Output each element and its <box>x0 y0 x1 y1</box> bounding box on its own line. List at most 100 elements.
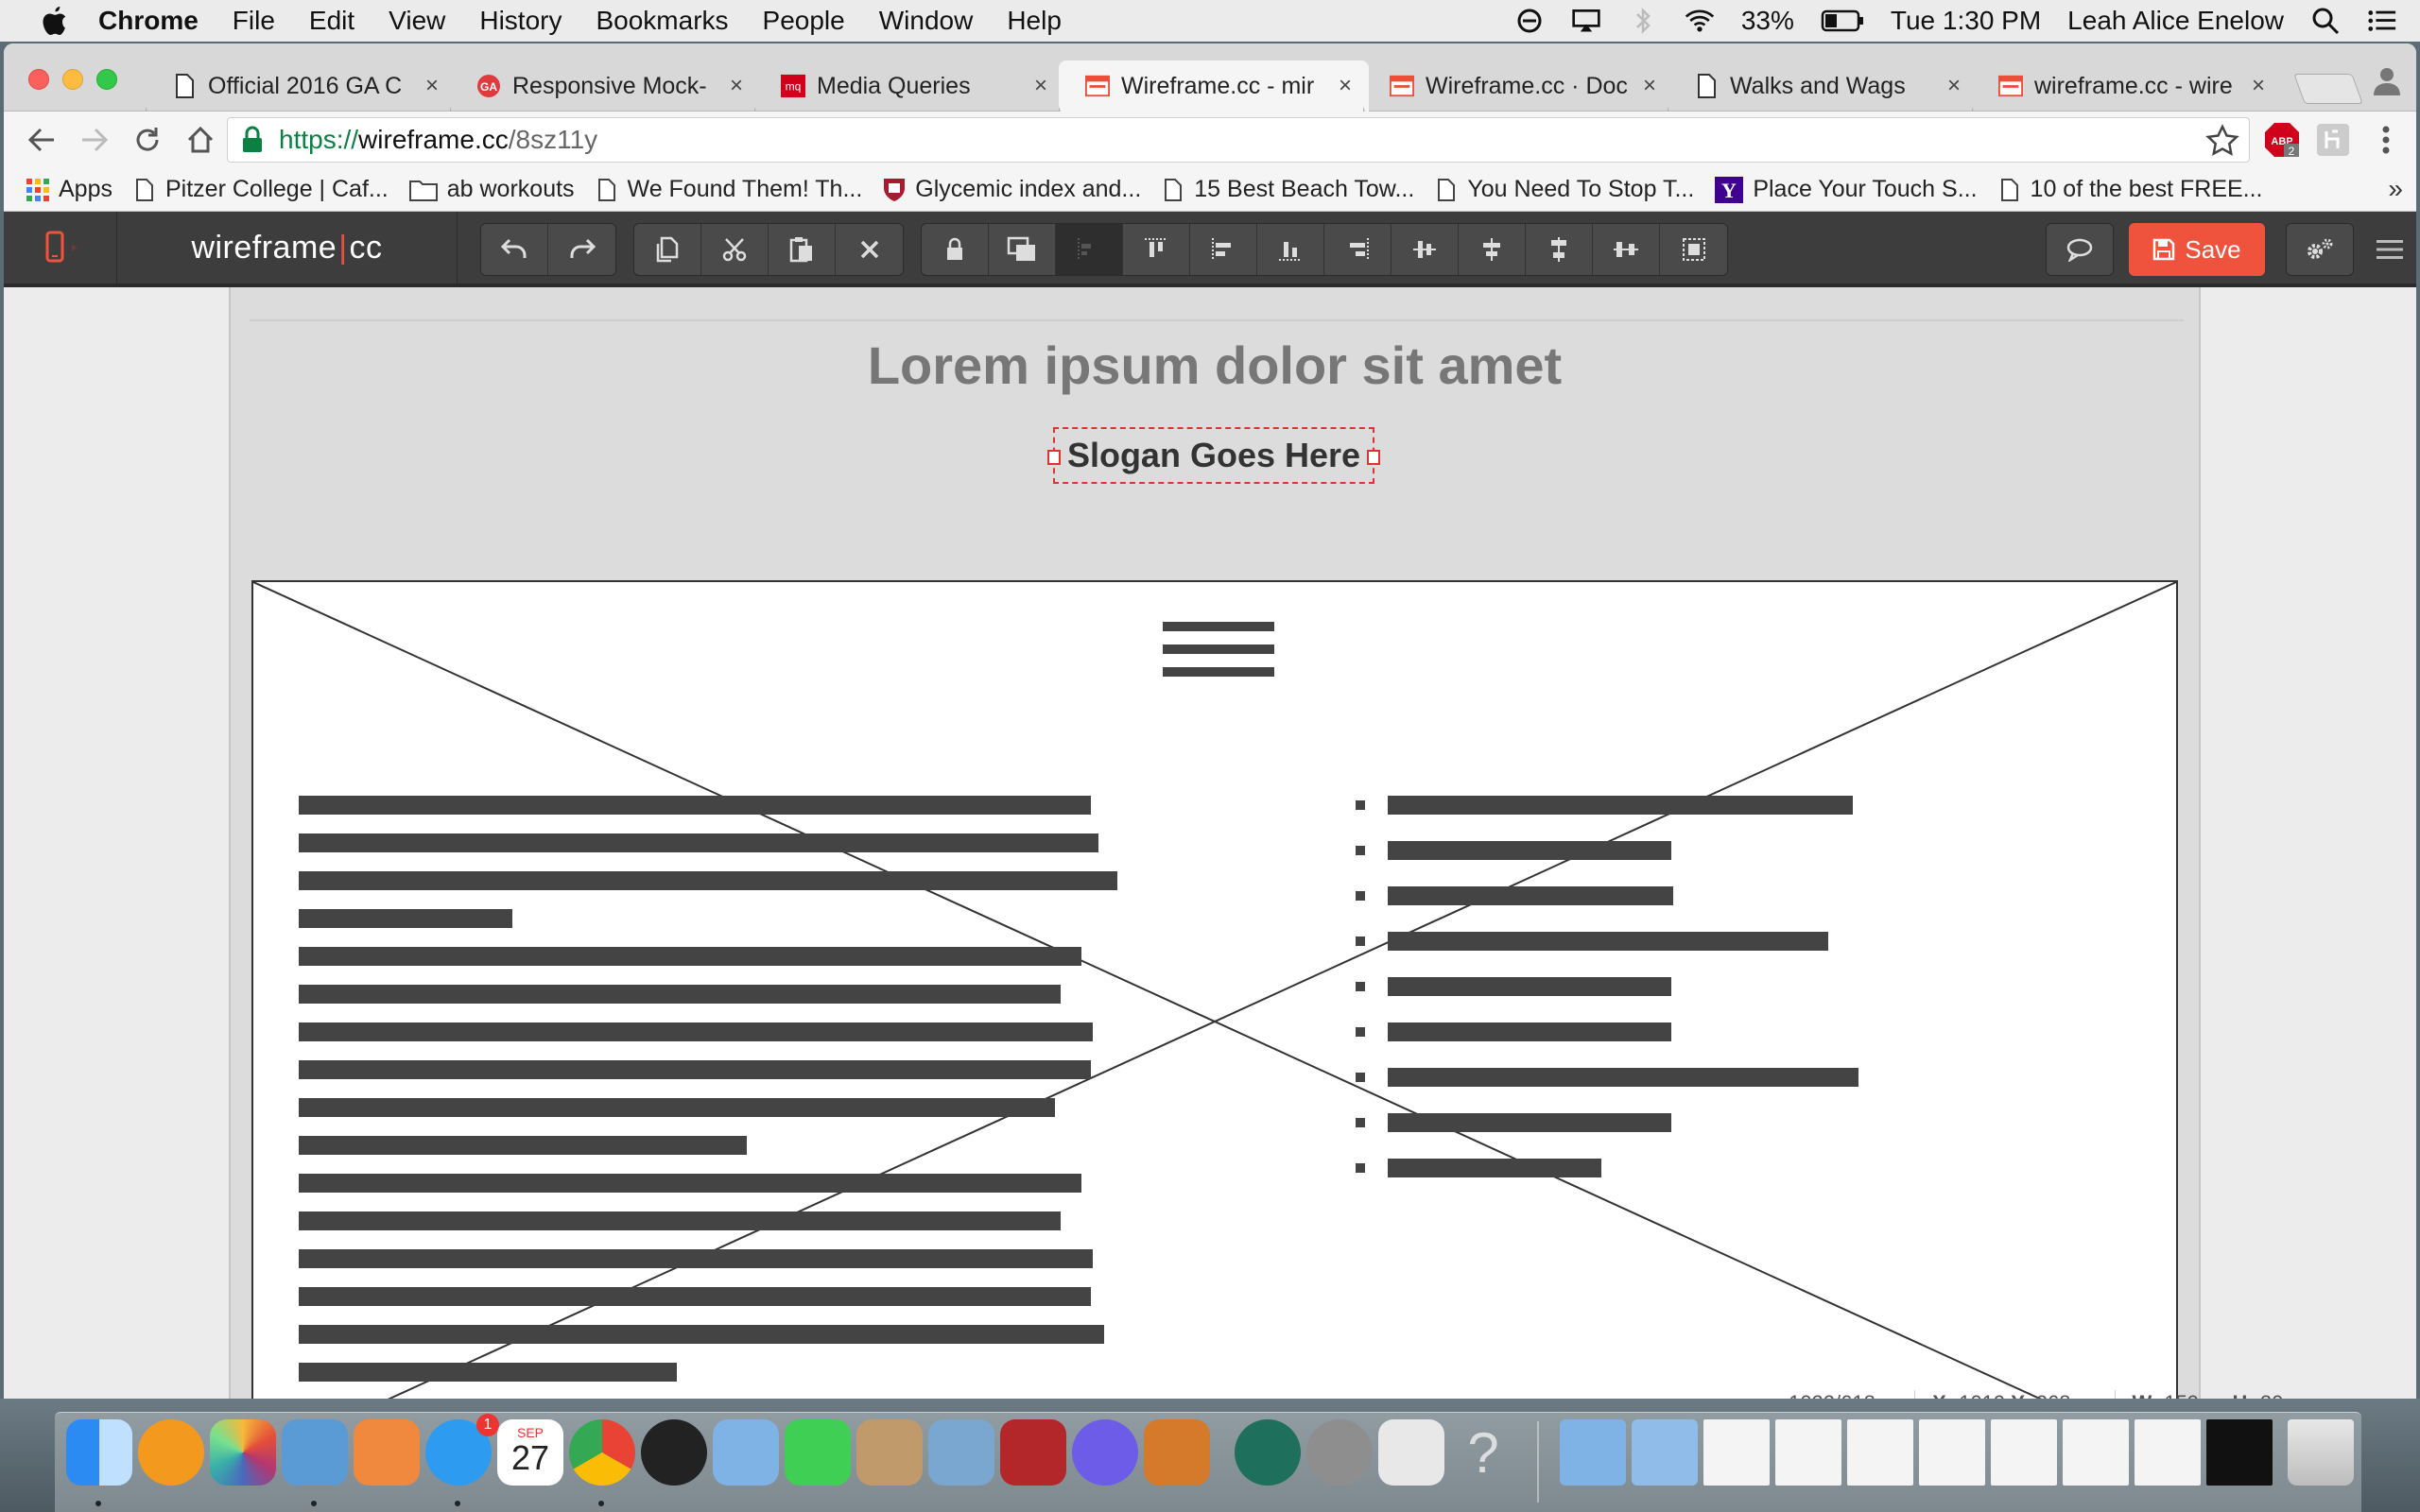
photos-icon[interactable] <box>210 1419 276 1486</box>
tab-wireframe-wire[interactable]: wireframe.cc - wire × <box>1972 60 2282 112</box>
resize-handle-right[interactable] <box>1367 450 1380 465</box>
align-right-icon[interactable] <box>1324 224 1392 275</box>
help-icon[interactable]: ? <box>1450 1419 1516 1486</box>
address-bar[interactable]: https://wireframe.cc/8sz11y <box>227 117 2250 163</box>
align-bottom-icon[interactable] <box>1257 224 1324 275</box>
facetime-icon[interactable] <box>785 1419 851 1486</box>
chrome-menu-icon[interactable] <box>2367 121 2405 159</box>
bookmark-beach-towels[interactable]: 15 Best Beach Tow... <box>1162 176 1414 203</box>
word-icon[interactable] <box>282 1419 348 1486</box>
minimized-window-1[interactable] <box>1703 1419 1770 1486</box>
preview-icon[interactable] <box>928 1419 994 1486</box>
tab-close-icon[interactable]: × <box>1947 73 1961 99</box>
wireframe-page[interactable]: Lorem ipsum dolor sit amet Slogan Goes H… <box>229 287 2201 1399</box>
contacts-icon[interactable] <box>856 1419 923 1486</box>
window-close-button[interactable] <box>28 69 49 90</box>
spotlight-search-icon[interactable] <box>2310 8 2341 35</box>
minimized-window-3[interactable] <box>1847 1419 1913 1486</box>
minimized-window-7[interactable] <box>2135 1419 2201 1486</box>
headline-text[interactable]: Lorem ipsum dolor sit amet <box>231 335 2199 396</box>
tab-close-icon[interactable]: × <box>730 73 743 99</box>
ibooks-icon[interactable] <box>138 1419 204 1486</box>
bookmark-ab-workouts[interactable]: ab workouts <box>408 176 575 203</box>
user-name[interactable]: Leah Alice Enelow <box>2067 6 2284 36</box>
mail-icon[interactable] <box>713 1419 779 1486</box>
bookmark-star-icon[interactable] <box>2205 124 2239 158</box>
slogan-selection[interactable]: Slogan Goes Here <box>1047 427 1380 484</box>
home-button[interactable] <box>174 117 227 163</box>
tab-wireframe-doc[interactable]: Wireframe.cc · Doc × <box>1363 60 1673 112</box>
secure-lock-icon[interactable] <box>241 126 269 154</box>
adblock-extension-icon[interactable]: ABP 2 <box>2263 121 2301 159</box>
clock[interactable]: Tue 1:30 PM <box>1891 6 2041 36</box>
undo-icon[interactable] <box>481 224 548 275</box>
align-middle-v-icon[interactable] <box>1392 224 1459 275</box>
bookmark-place-your-touch[interactable]: Y Place Your Touch S... <box>1715 176 1978 203</box>
documents-folder-icon[interactable] <box>1632 1419 1698 1486</box>
redo-icon[interactable] <box>548 224 615 275</box>
bookmark-apps[interactable]: Apps <box>26 176 112 203</box>
wifi-icon[interactable] <box>1685 8 1715 34</box>
bluetooth-icon[interactable] <box>1628 7 1658 35</box>
minimized-window-8[interactable] <box>2206 1419 2273 1486</box>
minimized-window-5[interactable] <box>1991 1419 2057 1486</box>
wireframe-cc-logo[interactable]: wireframe | cc <box>117 212 458 284</box>
photo-booth-icon[interactable] <box>1000 1419 1066 1486</box>
extension-icon[interactable] <box>2314 121 2352 159</box>
menu-window[interactable]: Window <box>879 6 974 36</box>
paragraph-block[interactable] <box>299 582 1150 1399</box>
tab-media-queries[interactable]: mq Media Queries × <box>754 60 1064 112</box>
menu-view[interactable]: View <box>389 6 445 36</box>
garageband-icon[interactable] <box>1144 1419 1210 1486</box>
reload-button[interactable] <box>121 117 174 163</box>
delete-icon[interactable] <box>836 224 903 275</box>
align-left-icon[interactable] <box>1190 224 1257 275</box>
calendar-icon[interactable]: SEP 27 <box>497 1419 563 1486</box>
chrome-icon[interactable] <box>569 1419 635 1486</box>
copy-icon[interactable] <box>634 224 701 275</box>
save-button[interactable]: Save <box>2129 223 2265 276</box>
tab-responsive-mock[interactable]: GA Responsive Mock- × <box>450 60 760 112</box>
menu-bookmarks[interactable]: Bookmarks <box>596 6 728 36</box>
notification-center-icon[interactable] <box>2367 8 2397 34</box>
battery-icon[interactable] <box>1821 8 1864 34</box>
menu-people[interactable]: People <box>763 6 845 36</box>
system-preferences-icon[interactable] <box>1306 1419 1373 1486</box>
sync-icon[interactable] <box>1514 8 1545 34</box>
applications-folder-icon[interactable] <box>1560 1419 1626 1486</box>
menu-help[interactable]: Help <box>1007 6 1062 36</box>
menu-history[interactable]: History <box>479 6 562 36</box>
tab-walks-and-wags[interactable]: Walks and Wags × <box>1668 60 1978 112</box>
bookmark-glycemic-index[interactable]: Glycemic index and... <box>883 176 1141 203</box>
menu-app-name[interactable]: Chrome <box>98 6 199 36</box>
lock-icon[interactable] <box>922 224 989 275</box>
bulleted-list[interactable] <box>1356 582 1923 1399</box>
airplay-icon[interactable] <box>1571 8 1601 34</box>
settings-button[interactable] <box>2286 223 2354 276</box>
image-placeholder[interactable] <box>251 580 2178 1399</box>
new-tab-button[interactable] <box>2293 74 2363 104</box>
hamburger-menu-icon[interactable] <box>2363 223 2416 276</box>
minimized-window-2[interactable] <box>1775 1419 1841 1486</box>
forward-button[interactable] <box>68 117 121 163</box>
nav-hamburger-icon[interactable] <box>1163 622 1274 677</box>
cut-icon[interactable] <box>701 224 769 275</box>
tab-close-icon[interactable]: × <box>2252 73 2265 99</box>
group-icon[interactable] <box>1660 224 1727 275</box>
time-planner-icon[interactable] <box>1378 1419 1444 1486</box>
back-button[interactable] <box>15 117 68 163</box>
imovie-icon[interactable] <box>1072 1419 1138 1486</box>
bookmark-we-found-them[interactable]: We Found Them! Th... <box>596 176 862 203</box>
window-zoom-button[interactable] <box>96 69 117 90</box>
tab-close-icon[interactable]: × <box>1339 73 1352 99</box>
slogan-text[interactable]: Slogan Goes Here <box>1067 436 1360 475</box>
canvas-workspace[interactable]: Lorem ipsum dolor sit amet Slogan Goes H… <box>4 287 2416 1399</box>
align-center-h-icon[interactable] <box>1459 224 1526 275</box>
distribute-v-icon[interactable] <box>1526 224 1593 275</box>
menu-edit[interactable]: Edit <box>309 6 354 36</box>
minimized-window-4[interactable] <box>1919 1419 1985 1486</box>
minimized-window-6[interactable] <box>2063 1419 2129 1486</box>
resize-handle-left[interactable] <box>1047 450 1061 465</box>
dashboard-icon[interactable] <box>641 1419 707 1486</box>
tab-close-icon[interactable]: × <box>1643 73 1656 99</box>
